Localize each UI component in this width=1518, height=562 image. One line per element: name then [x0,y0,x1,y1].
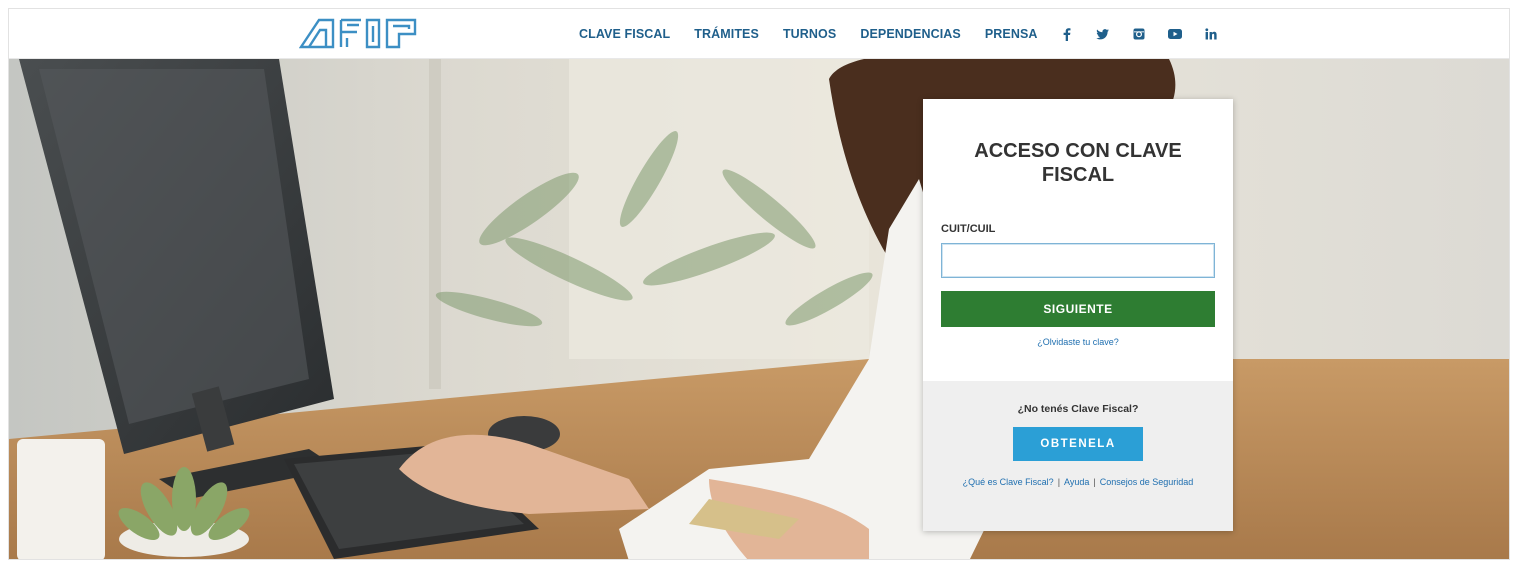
facebook-icon[interactable] [1060,27,1074,41]
forgot-password-link[interactable]: ¿Olvidaste tu clave? [923,337,1233,347]
youtube-icon[interactable] [1167,27,1182,41]
obtain-clave-button[interactable]: OBTENELA [1013,427,1143,461]
next-button[interactable]: SIGUIENTE [941,291,1215,327]
hero-photo [9,59,1509,559]
hero-banner: ACCESO CON CLAVE FISCAL CUIT/CUIL SIGUIE… [9,59,1509,559]
login-title: ACCESO CON CLAVE FISCAL [974,140,1182,186]
cuit-label: CUIT/CUIL [941,223,996,235]
afip-logo[interactable] [298,16,421,50]
page-frame: CLAVE FISCAL TRÁMITES TURNOS DEPENDENCIA… [8,8,1510,560]
security-tips-link[interactable]: Consejos de Seguridad [1100,477,1194,487]
nav-prensa[interactable]: PRENSA [985,27,1038,41]
nav-clave-fiscal[interactable]: CLAVE FISCAL [579,27,670,41]
linkedin-icon[interactable] [1204,27,1218,41]
twitter-icon[interactable] [1096,27,1110,41]
help-link[interactable]: Ayuda [1064,477,1089,487]
cuit-input[interactable] [941,243,1215,278]
link-separator: | [1093,477,1096,487]
no-clave-text: ¿No tenés Clave Fiscal? [1017,403,1139,415]
nav-dependencias[interactable]: DEPENDENCIAS [860,27,961,41]
site-header: CLAVE FISCAL TRÁMITES TURNOS DEPENDENCIA… [9,9,1509,59]
what-is-clave-link[interactable]: ¿Qué es Clave Fiscal? [963,477,1054,487]
main-nav: CLAVE FISCAL TRÁMITES TURNOS DEPENDENCIA… [579,9,1218,59]
nav-tramites[interactable]: TRÁMITES [694,27,759,41]
register-section: ¿No tenés Clave Fiscal? OBTENELA ¿Qué es… [923,381,1233,531]
help-links: ¿Qué es Clave Fiscal? | Ayuda | Consejos de … [943,475,1213,489]
link-separator: | [1057,477,1061,487]
instagram-icon[interactable] [1132,27,1146,41]
nav-turnos[interactable]: TURNOS [783,27,836,41]
social-links [1060,27,1218,41]
login-card: ACCESO CON CLAVE FISCAL CUIT/CUIL SIGUIE… [923,99,1233,531]
